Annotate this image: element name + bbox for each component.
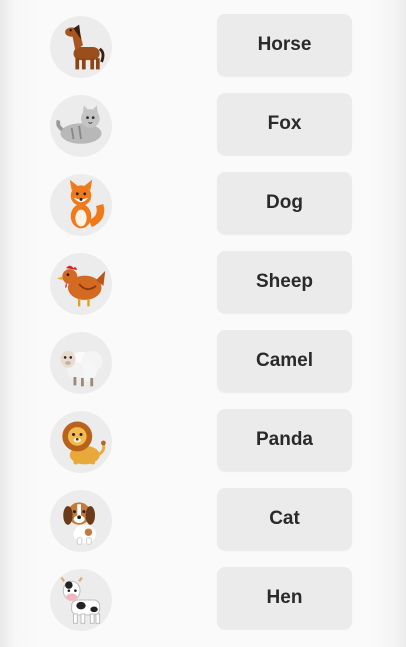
animal-matching-screen: Horse Fox Dog Sheep Camel Panda Cat Hen xyxy=(0,0,406,647)
dog-icon[interactable] xyxy=(50,490,112,552)
sheep-icon[interactable] xyxy=(50,332,112,394)
list-item: Camel xyxy=(0,330,406,394)
cat-icon[interactable] xyxy=(50,95,112,157)
answer-button[interactable]: Hen xyxy=(217,567,352,629)
hen-icon[interactable] xyxy=(50,253,112,315)
answer-button[interactable]: Dog xyxy=(217,172,352,234)
answer-button[interactable]: Horse xyxy=(217,14,352,76)
list-item: Panda xyxy=(0,409,406,473)
horse-icon[interactable] xyxy=(50,16,112,78)
answer-button[interactable]: Sheep xyxy=(217,251,352,313)
answer-button[interactable]: Panda xyxy=(217,409,352,471)
list-item: Sheep xyxy=(0,251,406,315)
fox-icon[interactable] xyxy=(50,174,112,236)
list-item: Horse xyxy=(0,14,406,78)
answer-button[interactable]: Fox xyxy=(217,93,352,155)
list-item: Dog xyxy=(0,172,406,236)
lion-icon[interactable] xyxy=(50,411,112,473)
cow-icon[interactable] xyxy=(50,569,112,631)
answer-button[interactable]: Camel xyxy=(217,330,352,392)
list-item: Cat xyxy=(0,488,406,552)
answer-button[interactable]: Cat xyxy=(217,488,352,550)
list-item: Fox xyxy=(0,93,406,157)
list-item: Hen xyxy=(0,567,406,631)
